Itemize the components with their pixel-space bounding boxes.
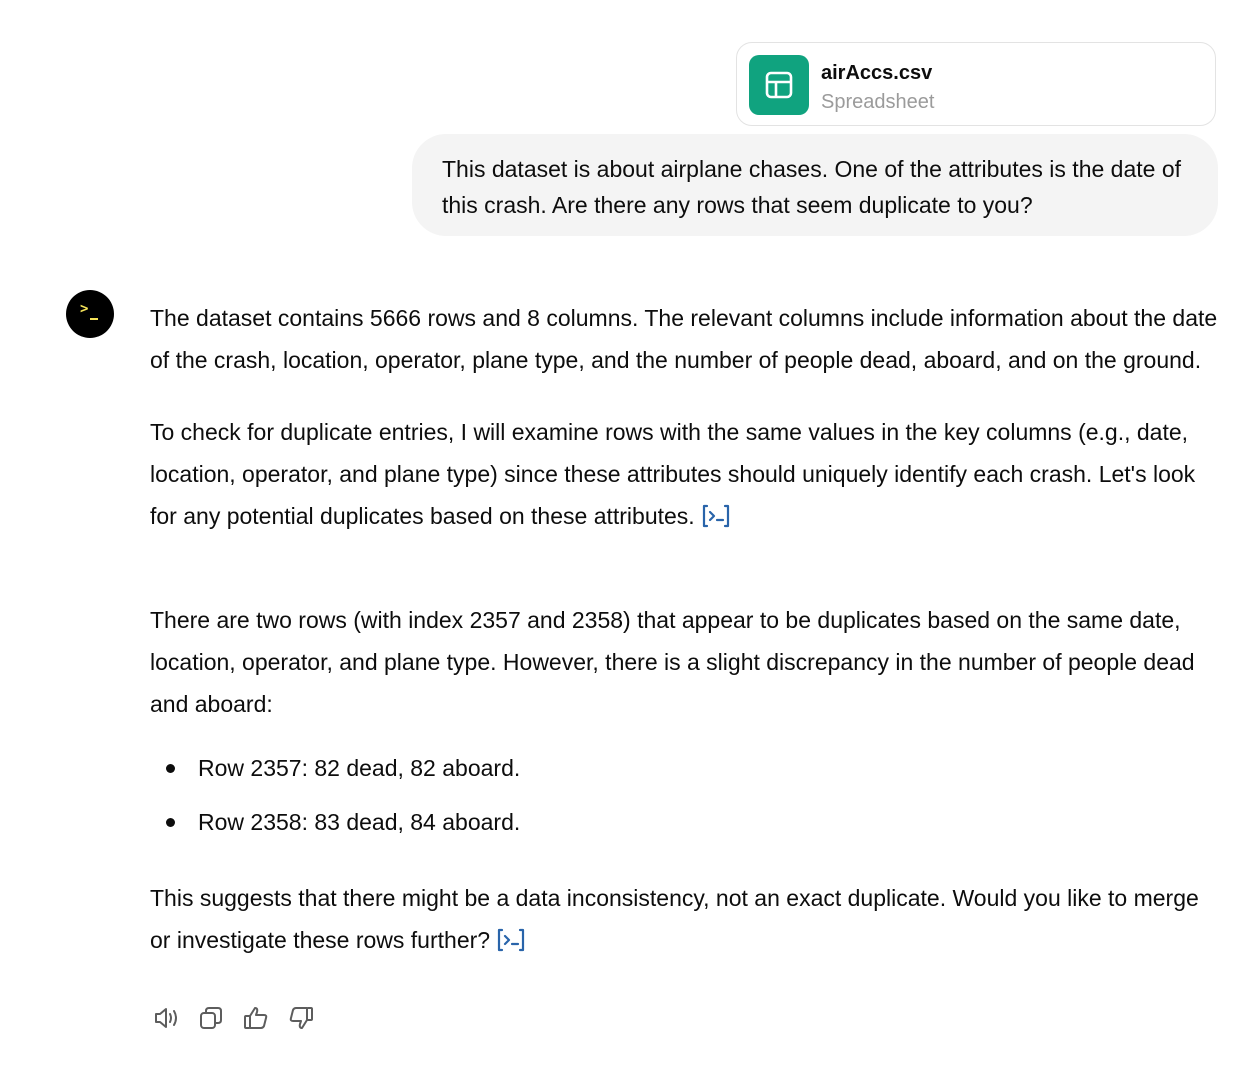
file-name: airAccs.csv <box>821 62 933 84</box>
speaker-icon <box>155 1008 177 1028</box>
message-actions <box>150 1002 317 1034</box>
bullet-list: Row 2357: 82 dead, 82 aboard. Row 2358: … <box>150 741 1225 849</box>
assistant-avatar: > <box>66 290 114 338</box>
file-attachment-card[interactable]: airAccs.csv Spreadsheet <box>736 42 1216 126</box>
thumbs-down-icon <box>289 1007 313 1029</box>
copy-icon <box>200 1007 222 1029</box>
file-type: Spreadsheet <box>821 91 935 113</box>
bad-response-button[interactable] <box>285 1002 317 1034</box>
list-item: Row 2358: 83 dead, 84 aboard. <box>150 795 1225 849</box>
view-analysis-icon[interactable] <box>701 499 731 541</box>
assistant-paragraph: To check for duplicate entries, I will e… <box>150 411 1225 541</box>
copy-button[interactable] <box>195 1002 227 1034</box>
thumbs-up-icon <box>244 1007 268 1029</box>
table-icon <box>749 55 809 115</box>
assistant-paragraph: The dataset contains 5666 rows and 8 col… <box>150 305 1218 373</box>
list-item: Row 2357: 82 dead, 82 aboard. <box>150 741 1225 795</box>
good-response-button[interactable] <box>240 1002 272 1034</box>
user-message-text: This dataset is about airplane chases. O… <box>442 156 1181 218</box>
assistant-paragraph: This suggests that there might be a data… <box>150 877 1225 965</box>
terminal-prompt-icon: > <box>80 301 89 317</box>
read-aloud-button[interactable] <box>150 1002 182 1034</box>
assistant-message: The dataset contains 5666 rows and 8 col… <box>150 297 1225 995</box>
assistant-paragraph: There are two rows (with index 2357 and … <box>150 607 1195 717</box>
user-message-bubble: This dataset is about airplane chases. O… <box>412 134 1218 236</box>
view-analysis-icon[interactable] <box>496 923 526 965</box>
